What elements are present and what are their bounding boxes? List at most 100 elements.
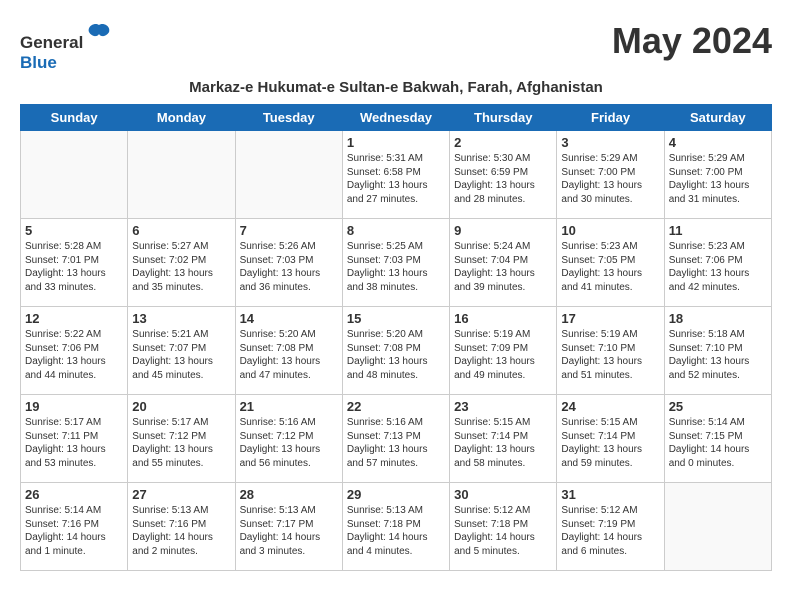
table-row: 23Sunrise: 5:15 AM Sunset: 7:14 PM Dayli… xyxy=(450,395,557,483)
col-friday: Friday xyxy=(557,105,664,131)
col-tuesday: Tuesday xyxy=(235,105,342,131)
table-row: 9 Sunrise: 5:24 AM Sunset: 7:04 PM Daylig… xyxy=(450,219,557,307)
table-row: 31Sunrise: 5:12 AM Sunset: 7:19 PM Dayli… xyxy=(557,483,664,571)
day-number: 22 xyxy=(347,399,445,414)
day-number: 18 xyxy=(669,311,767,326)
day-info: Sunrise: 5:16 AM Sunset: 7:12 PM Dayligh… xyxy=(240,416,338,470)
logo-blue: Blue xyxy=(20,53,57,72)
day-info: Sunrise: 5:29 AM Sunset: 7:00 PM Dayligh… xyxy=(561,152,659,206)
table-row: 10 Sunrise: 5:23 AM Sunset: 7:05 PM Dayli… xyxy=(557,219,664,307)
day-info: Sunrise: 5:18 AM Sunset: 7:10 PM Dayligh… xyxy=(669,328,767,382)
day-number: 11 xyxy=(669,223,767,238)
calendar-row-1: 1 Sunrise: 5:31 AM Sunset: 6:58 PM Daylig… xyxy=(21,131,772,219)
calendar-row-5: 26 Sunrise: 5:14 AM Sunset: 7:16 PM Dayli… xyxy=(21,483,772,571)
day-number: 30 xyxy=(454,487,552,502)
day-number: 19 xyxy=(25,399,123,414)
day-info: Sunrise: 5:24 AM Sunset: 7:04 PM Dayligh… xyxy=(454,240,552,294)
table-row: 1 Sunrise: 5:31 AM Sunset: 6:58 PM Daylig… xyxy=(342,131,449,219)
calendar-row-2: 5 Sunrise: 5:28 AM Sunset: 7:01 PM Daylig… xyxy=(21,219,772,307)
day-number: 5 xyxy=(25,223,123,238)
day-number: 29 xyxy=(347,487,445,502)
day-number: 10 xyxy=(561,223,659,238)
table-row: 16 Sunrise: 5:19 AM Sunset: 7:09 PM Dayli… xyxy=(450,307,557,395)
day-number: 26 xyxy=(25,487,123,502)
day-info: Sunrise: 5:30 AM Sunset: 6:59 PM Dayligh… xyxy=(454,152,552,206)
day-number: 16 xyxy=(454,311,552,326)
day-number: 21 xyxy=(240,399,338,414)
table-row xyxy=(128,131,235,219)
table-row xyxy=(664,483,771,571)
day-info: Sunrise: 5:13 AM Sunset: 7:16 PM Dayligh… xyxy=(132,504,230,558)
day-number: 13 xyxy=(132,311,230,326)
table-row: 17Sunrise: 5:19 AM Sunset: 7:10 PM Dayli… xyxy=(557,307,664,395)
day-info: Sunrise: 5:12 AM Sunset: 7:19 PM Dayligh… xyxy=(561,504,659,558)
day-info: Sunrise: 5:19 AM Sunset: 7:09 PM Dayligh… xyxy=(454,328,552,382)
table-row: 15 Sunrise: 5:20 AM Sunset: 7:08 PM Dayli… xyxy=(342,307,449,395)
day-number: 7 xyxy=(240,223,338,238)
table-row: 19 Sunrise: 5:17 AM Sunset: 7:11 PM Dayli… xyxy=(21,395,128,483)
calendar-table: Sunday Monday Tuesday Wednesday Thursday… xyxy=(20,104,772,571)
day-info: Sunrise: 5:15 AM Sunset: 7:14 PM Dayligh… xyxy=(561,416,659,470)
day-info: Sunrise: 5:14 AM Sunset: 7:15 PM Dayligh… xyxy=(669,416,767,470)
calendar-row-3: 12Sunrise: 5:22 AM Sunset: 7:06 PM Dayli… xyxy=(21,307,772,395)
day-number: 27 xyxy=(132,487,230,502)
page: General Blue May 2024 Markaz-e Hukumat-e… xyxy=(0,0,792,581)
table-row xyxy=(235,131,342,219)
calendar-row-4: 19 Sunrise: 5:17 AM Sunset: 7:11 PM Dayli… xyxy=(21,395,772,483)
day-number: 3 xyxy=(561,135,659,150)
table-row: 21 Sunrise: 5:16 AM Sunset: 7:12 PM Dayli… xyxy=(235,395,342,483)
day-info: Sunrise: 5:25 AM Sunset: 7:03 PM Dayligh… xyxy=(347,240,445,294)
day-info: Sunrise: 5:20 AM Sunset: 7:08 PM Dayligh… xyxy=(240,328,338,382)
table-row: 13Sunrise: 5:21 AM Sunset: 7:07 PM Dayli… xyxy=(128,307,235,395)
table-row: 29 Sunrise: 5:13 AM Sunset: 7:18 PM Dayli… xyxy=(342,483,449,571)
day-info: Sunrise: 5:26 AM Sunset: 7:03 PM Dayligh… xyxy=(240,240,338,294)
table-row: 7 Sunrise: 5:26 AM Sunset: 7:03 PM Daylig… xyxy=(235,219,342,307)
table-row: 18 Sunrise: 5:18 AM Sunset: 7:10 PM Dayli… xyxy=(664,307,771,395)
day-number: 6 xyxy=(132,223,230,238)
day-info: Sunrise: 5:16 AM Sunset: 7:13 PM Dayligh… xyxy=(347,416,445,470)
table-row xyxy=(21,131,128,219)
day-number: 28 xyxy=(240,487,338,502)
day-info: Sunrise: 5:13 AM Sunset: 7:18 PM Dayligh… xyxy=(347,504,445,558)
day-info: Sunrise: 5:19 AM Sunset: 7:10 PM Dayligh… xyxy=(561,328,659,382)
col-saturday: Saturday xyxy=(664,105,771,131)
day-number: 9 xyxy=(454,223,552,238)
logo-general: General xyxy=(20,33,83,52)
day-info: Sunrise: 5:13 AM Sunset: 7:17 PM Dayligh… xyxy=(240,504,338,558)
day-number: 24 xyxy=(561,399,659,414)
table-row: 27 Sunrise: 5:13 AM Sunset: 7:16 PM Dayli… xyxy=(128,483,235,571)
day-number: 12 xyxy=(25,311,123,326)
table-row: 20Sunrise: 5:17 AM Sunset: 7:12 PM Dayli… xyxy=(128,395,235,483)
day-number: 15 xyxy=(347,311,445,326)
table-row: 11Sunrise: 5:23 AM Sunset: 7:06 PM Dayli… xyxy=(664,219,771,307)
day-info: Sunrise: 5:12 AM Sunset: 7:18 PM Dayligh… xyxy=(454,504,552,558)
logo-bird-icon xyxy=(85,20,113,48)
day-info: Sunrise: 5:20 AM Sunset: 7:08 PM Dayligh… xyxy=(347,328,445,382)
day-info: Sunrise: 5:29 AM Sunset: 7:00 PM Dayligh… xyxy=(669,152,767,206)
table-row: 28 Sunrise: 5:13 AM Sunset: 7:17 PM Dayli… xyxy=(235,483,342,571)
col-thursday: Thursday xyxy=(450,105,557,131)
day-info: Sunrise: 5:17 AM Sunset: 7:12 PM Dayligh… xyxy=(132,416,230,470)
col-wednesday: Wednesday xyxy=(342,105,449,131)
table-row: 3 Sunrise: 5:29 AM Sunset: 7:00 PM Daylig… xyxy=(557,131,664,219)
day-info: Sunrise: 5:17 AM Sunset: 7:11 PM Dayligh… xyxy=(25,416,123,470)
table-row: 12Sunrise: 5:22 AM Sunset: 7:06 PM Dayli… xyxy=(21,307,128,395)
day-number: 23 xyxy=(454,399,552,414)
table-row: 30 Sunrise: 5:12 AM Sunset: 7:18 PM Dayli… xyxy=(450,483,557,571)
table-row: 5 Sunrise: 5:28 AM Sunset: 7:01 PM Daylig… xyxy=(21,219,128,307)
day-info: Sunrise: 5:23 AM Sunset: 7:05 PM Dayligh… xyxy=(561,240,659,294)
day-number: 1 xyxy=(347,135,445,150)
location-subtitle: Markaz-e Hukumat-e Sultan-e Bakwah, Fara… xyxy=(20,79,772,96)
header: General Blue May 2024 xyxy=(20,20,772,73)
day-number: 25 xyxy=(669,399,767,414)
table-row: 14 Sunrise: 5:20 AM Sunset: 7:08 PM Dayli… xyxy=(235,307,342,395)
table-row: 6 Sunrise: 5:27 AM Sunset: 7:02 PM Daylig… xyxy=(128,219,235,307)
day-info: Sunrise: 5:27 AM Sunset: 7:02 PM Dayligh… xyxy=(132,240,230,294)
day-info: Sunrise: 5:28 AM Sunset: 7:01 PM Dayligh… xyxy=(25,240,123,294)
day-number: 14 xyxy=(240,311,338,326)
day-info: Sunrise: 5:31 AM Sunset: 6:58 PM Dayligh… xyxy=(347,152,445,206)
table-row: 24 Sunrise: 5:15 AM Sunset: 7:14 PM Dayli… xyxy=(557,395,664,483)
day-info: Sunrise: 5:14 AM Sunset: 7:16 PM Dayligh… xyxy=(25,504,123,558)
day-number: 2 xyxy=(454,135,552,150)
calendar-header-row: Sunday Monday Tuesday Wednesday Thursday… xyxy=(21,105,772,131)
